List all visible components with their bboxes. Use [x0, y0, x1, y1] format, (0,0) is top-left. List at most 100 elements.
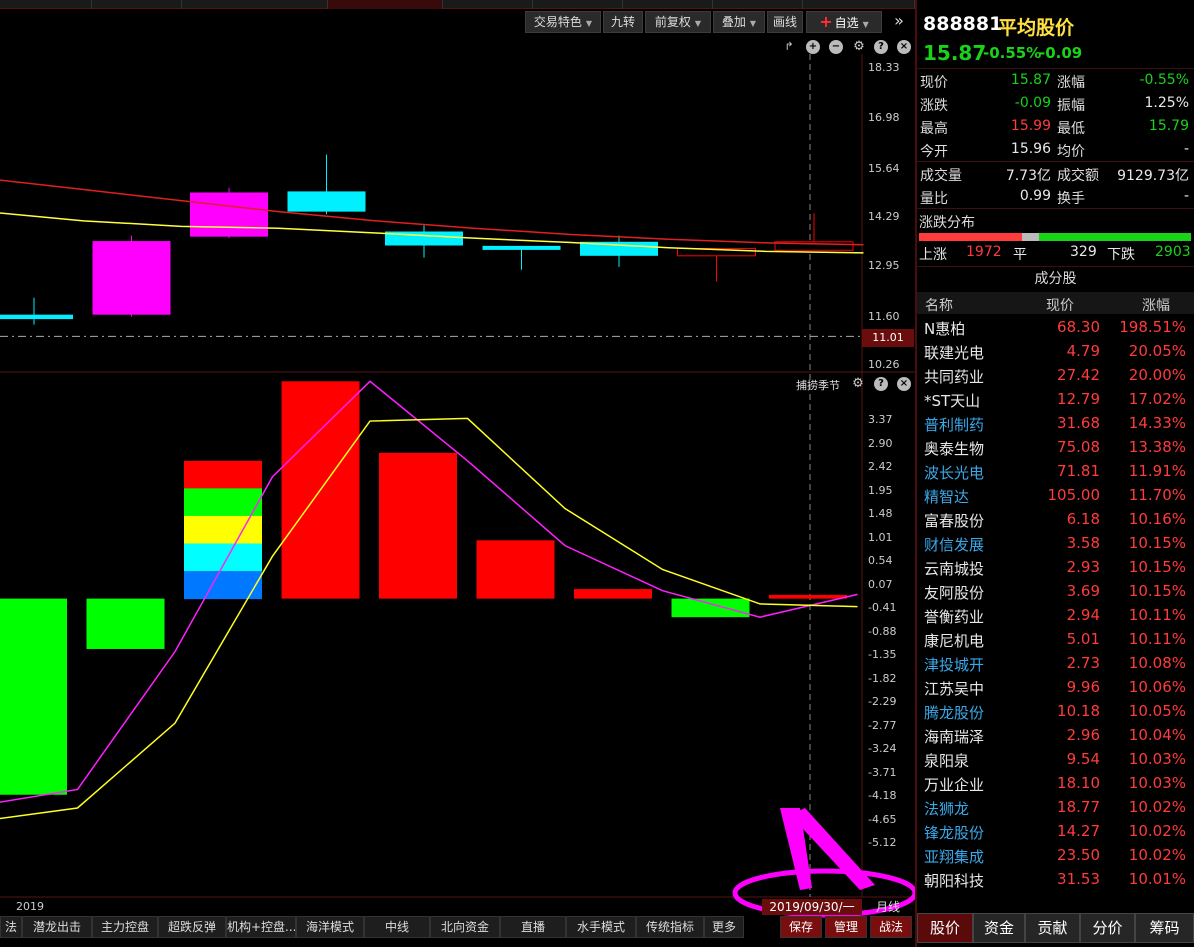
stock-name: 友阿股份: [924, 584, 985, 602]
list-item[interactable]: 精智达 105.00 11.70%: [917, 483, 1194, 507]
down-count: 2903: [1155, 244, 1191, 260]
header-price[interactable]: 现价: [1046, 295, 1074, 315]
stat-value: 15.87: [1010, 72, 1051, 88]
list-item[interactable]: 津投城开 2.73 10.08%: [917, 651, 1194, 675]
price-axis-label: 11.60: [868, 310, 900, 323]
stat-label: 涨幅: [1057, 75, 1085, 91]
stock-name: 海南瑞泽: [924, 728, 985, 746]
list-item[interactable]: 联建光电 4.79 20.05%: [917, 339, 1194, 363]
stat-label: 振幅: [1057, 98, 1085, 114]
stock-pct: 17.02%: [1128, 390, 1186, 408]
list-item[interactable]: 康尼机电 5.01 10.11%: [917, 627, 1194, 651]
stat-label: 今开: [920, 144, 948, 160]
stock-pct: 10.11%: [1128, 630, 1186, 648]
indicator-axis-label: -4.65: [868, 812, 897, 826]
list-item[interactable]: 云南城投 2.93 10.15%: [917, 555, 1194, 579]
list-item[interactable]: 富春股份 6.18 10.16%: [917, 507, 1194, 531]
stat-value: 7.73亿: [1005, 168, 1051, 184]
strategy-button[interactable]: 战法: [870, 916, 912, 938]
stock-price: 9.96: [1066, 678, 1100, 696]
gear-icon[interactable]: ⚙: [851, 377, 865, 391]
period-label[interactable]: 月线: [863, 899, 913, 915]
list-item[interactable]: 波长光电 71.81 11.91%: [917, 459, 1194, 483]
tab-funds[interactable]: 资金: [973, 913, 1025, 943]
stock-name: N惠柏: [924, 320, 966, 338]
bottom-tab[interactable]: 主力控盘: [92, 916, 158, 938]
bottom-tab[interactable]: 传统指标: [636, 916, 704, 938]
list-item[interactable]: 朝阳科技 31.53 10.01%: [917, 867, 1194, 891]
stat-value: 1.25%: [1144, 95, 1189, 111]
list-item[interactable]: 普利制药 31.68 14.33%: [917, 411, 1194, 435]
list-item[interactable]: N惠柏 68.30 198.51%: [917, 315, 1194, 339]
stock-name: 联建光电: [924, 344, 985, 362]
candle-body: [190, 192, 268, 237]
list-item[interactable]: 法狮龙 18.77 10.02%: [917, 795, 1194, 819]
indicator-axis-label: -3.24: [868, 742, 897, 755]
indicator-axis-label: 2.42: [868, 460, 893, 473]
stock-price: 3.69: [1066, 582, 1100, 600]
list-item[interactable]: 奥泰生物 75.08 13.38%: [917, 435, 1194, 459]
chart-canvas[interactable]: [0, 0, 915, 947]
stock-pct: 10.02%: [1128, 846, 1186, 864]
stock-price: 31.53: [1057, 870, 1100, 888]
quote-name: 平均股价: [998, 17, 1075, 39]
save-button[interactable]: 保存: [780, 916, 822, 938]
list-item[interactable]: 财信发展 3.58 10.15%: [917, 531, 1194, 555]
header-pct[interactable]: 涨幅: [1142, 295, 1170, 315]
list-item[interactable]: 友阿股份 3.69 10.15%: [917, 579, 1194, 603]
stock-name: 锋龙股份: [924, 824, 985, 842]
stock-price: 27.42: [1057, 366, 1100, 384]
bottom-tab[interactable]: 北向资金: [430, 916, 500, 938]
cursor-date: 2019/09/30/一: [762, 899, 862, 915]
stock-name: 江苏吴中: [924, 680, 985, 698]
close-icon[interactable]: ×: [897, 377, 911, 391]
price-axis-label: 14.29: [868, 210, 900, 223]
price-axis-label: 12.95: [868, 259, 900, 272]
dist-down-segment: [1039, 233, 1191, 241]
stock-pct: 10.06%: [1128, 678, 1186, 696]
tab-contribution[interactable]: 贡献: [1025, 913, 1080, 943]
indicator-bar: [476, 540, 555, 599]
bottom-tab[interactable]: 法: [0, 916, 22, 938]
bottom-tab[interactable]: 海洋模式: [296, 916, 364, 938]
bottom-tab[interactable]: 潜龙出击: [22, 916, 92, 938]
year-label: 2019: [16, 900, 44, 913]
manage-button[interactable]: 管理: [825, 916, 867, 938]
indicator-pane: [0, 380, 858, 820]
bottom-tab[interactable]: 水手模式: [566, 916, 636, 938]
constituents-title: 成分股: [1034, 271, 1077, 287]
list-item[interactable]: 誉衡药业 2.94 10.11%: [917, 603, 1194, 627]
stock-name: 泉阳泉: [924, 752, 970, 770]
list-item[interactable]: *ST天山 12.79 17.02%: [917, 387, 1194, 411]
quote-change: -0.09: [1039, 44, 1083, 62]
tab-price-dist[interactable]: 分价: [1080, 913, 1135, 943]
bottom-tab-more[interactable]: 更多: [704, 916, 744, 938]
stock-price: 2.94: [1066, 606, 1100, 624]
list-item[interactable]: 腾龙股份 10.18 10.05%: [917, 699, 1194, 723]
stock-price: 6.18: [1066, 510, 1100, 528]
stock-price: 5.01: [1066, 630, 1100, 648]
help-icon[interactable]: ?: [874, 377, 888, 391]
list-item[interactable]: 锋龙股份 14.27 10.02%: [917, 819, 1194, 843]
list-item[interactable]: 海南瑞泽 2.96 10.04%: [917, 723, 1194, 747]
bottom-tab[interactable]: 直播: [500, 916, 566, 938]
divider: [917, 208, 1194, 209]
stock-name: 康尼机电: [924, 632, 985, 650]
list-item[interactable]: 共同药业 27.42 20.00%: [917, 363, 1194, 387]
stock-pct: 20.05%: [1128, 342, 1186, 360]
stock-pct: 10.15%: [1128, 558, 1186, 576]
header-name[interactable]: 名称: [925, 295, 953, 315]
bottom-tab[interactable]: 超跌反弹: [158, 916, 226, 938]
bottom-tab[interactable]: 中线: [364, 916, 430, 938]
tab-price[interactable]: 股价: [917, 913, 973, 943]
list-item[interactable]: 江苏吴中 9.96 10.06%: [917, 675, 1194, 699]
list-item[interactable]: 泉阳泉 9.54 10.03%: [917, 747, 1194, 771]
bottom-tab[interactable]: 机构+控盘...: [226, 916, 296, 938]
list-item[interactable]: 亚翔集成 23.50 10.02%: [917, 843, 1194, 867]
flat-count: 329: [1070, 244, 1097, 260]
stock-pct: 10.08%: [1128, 654, 1186, 672]
stock-pct: 10.02%: [1128, 822, 1186, 840]
list-item[interactable]: 万业企业 18.10 10.03%: [917, 771, 1194, 795]
tab-chips[interactable]: 筹码: [1135, 913, 1194, 943]
dist-up-segment: [919, 233, 1023, 241]
